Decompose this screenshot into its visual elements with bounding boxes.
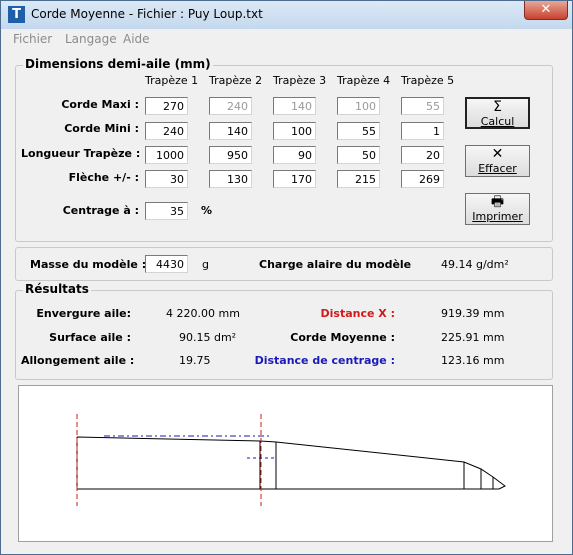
label-fleche: Flèche +/- : [68, 171, 139, 184]
fleche-3[interactable]: 170 [273, 170, 316, 188]
distance-x-value: 919.39 mm [441, 307, 505, 320]
window-title: Corde Moyenne - Fichier : Puy Loup.txt [31, 7, 263, 21]
label-envergure: Envergure aile: [36, 307, 131, 320]
corde-mini-5[interactable]: 1 [401, 122, 444, 140]
fleche-5[interactable]: 269 [401, 170, 444, 188]
label-distance-centrage: Distance de centrage : [254, 354, 395, 367]
sigma-icon: Σ [493, 99, 502, 115]
imprimer-button[interactable]: 🖶 Imprimer [465, 193, 530, 225]
surface-value: 90.15 dm² [179, 331, 237, 344]
label-corde-maxi: Corde Maxi : [61, 98, 139, 111]
longueur-trapeze-4[interactable]: 50 [337, 146, 380, 164]
centrage-input[interactable]: 35 [145, 202, 188, 220]
corde-maxi-5[interactable]: 55 [401, 97, 444, 115]
longueur-trapeze-5[interactable]: 20 [401, 146, 444, 164]
label-corde-mini: Corde Mini : [64, 122, 139, 135]
corde-mini-3[interactable]: 100 [273, 122, 316, 140]
corde-moyenne-value: 225.91 mm [441, 331, 505, 344]
printer-icon: 🖶 [490, 194, 505, 210]
x-icon: ✕ [491, 146, 504, 162]
menu-aide[interactable]: Aide [123, 32, 150, 46]
corde-maxi-1[interactable]: 270 [145, 97, 188, 115]
corde-maxi-4[interactable]: 100 [337, 97, 380, 115]
label-longueur-trapeze: Longueur Trapèze : [21, 147, 141, 160]
title-bar: T Corde Moyenne - Fichier : Puy Loup.txt… [1, 1, 572, 29]
app-window: T Corde Moyenne - Fichier : Puy Loup.txt… [0, 0, 573, 555]
corde-maxi-3[interactable]: 140 [273, 97, 316, 115]
label-charge-alaire: Charge alaire du modèle [259, 258, 412, 271]
corde-mini-2[interactable]: 140 [209, 122, 252, 140]
wing-contour [76, 436, 506, 490]
longueur-trapeze-1[interactable]: 1000 [145, 146, 188, 164]
longueur-trapeze-2[interactable]: 950 [209, 146, 252, 164]
effacer-label: Effacer [478, 162, 517, 175]
menu-fichier[interactable]: Fichier [13, 32, 52, 46]
label-centrage: Centrage à : [62, 204, 139, 217]
calcul-label: Calcul [480, 115, 515, 128]
menu-langage[interactable]: Langage [65, 32, 117, 46]
calcul-button[interactable]: Σ Calcul [465, 97, 530, 129]
effacer-button[interactable]: ✕ Effacer [465, 145, 530, 177]
label-corde-moyenne: Corde Moyenne : [290, 331, 395, 344]
wing-drawing-canvas [18, 385, 553, 542]
corde-mini-1[interactable]: 240 [145, 122, 188, 140]
imprimer-label: Imprimer [472, 210, 523, 223]
fleche-1[interactable]: 30 [145, 170, 188, 188]
close-button[interactable]: ✕ [524, 1, 568, 20]
header-trapeze-3: Trapèze 3 [273, 74, 327, 87]
corde-maxi-2[interactable]: 240 [209, 97, 252, 115]
corde-mini-4[interactable]: 55 [337, 122, 380, 140]
fleche-2[interactable]: 130 [209, 170, 252, 188]
header-trapeze-1: Trapèze 1 [145, 74, 199, 87]
wing-outline [76, 436, 506, 490]
header-trapeze-5: Trapèze 5 [401, 74, 455, 87]
dimensions-title: Dimensions demi-aile (mm) [23, 57, 213, 71]
wing-planform [76, 414, 506, 506]
label-surface: Surface aile : [49, 331, 131, 344]
longueur-trapeze-3[interactable]: 90 [273, 146, 316, 164]
masse-unit: g [202, 258, 209, 271]
app-icon: T [8, 6, 25, 23]
menu-bar: Fichier Langage Aide [1, 29, 572, 49]
centrage-unit: % [201, 204, 213, 217]
allongement-value: 19.75 [179, 354, 211, 367]
charge-alaire-value: 49.14 g/dm² [441, 258, 509, 271]
header-trapeze-2: Trapèze 2 [209, 74, 263, 87]
envergure-value: 4 220.00 mm [166, 307, 240, 320]
label-masse: Masse du modèle : [30, 258, 147, 271]
resultats-title: Résultats [23, 282, 91, 296]
distance-centrage-value: 123.16 mm [441, 354, 505, 367]
header-trapeze-4: Trapèze 4 [337, 74, 391, 87]
label-allongement: Allongement aile : [21, 354, 135, 367]
fleche-4[interactable]: 215 [337, 170, 380, 188]
label-distance-x: Distance X : [320, 307, 395, 320]
masse-input[interactable]: 4430 [145, 255, 188, 273]
